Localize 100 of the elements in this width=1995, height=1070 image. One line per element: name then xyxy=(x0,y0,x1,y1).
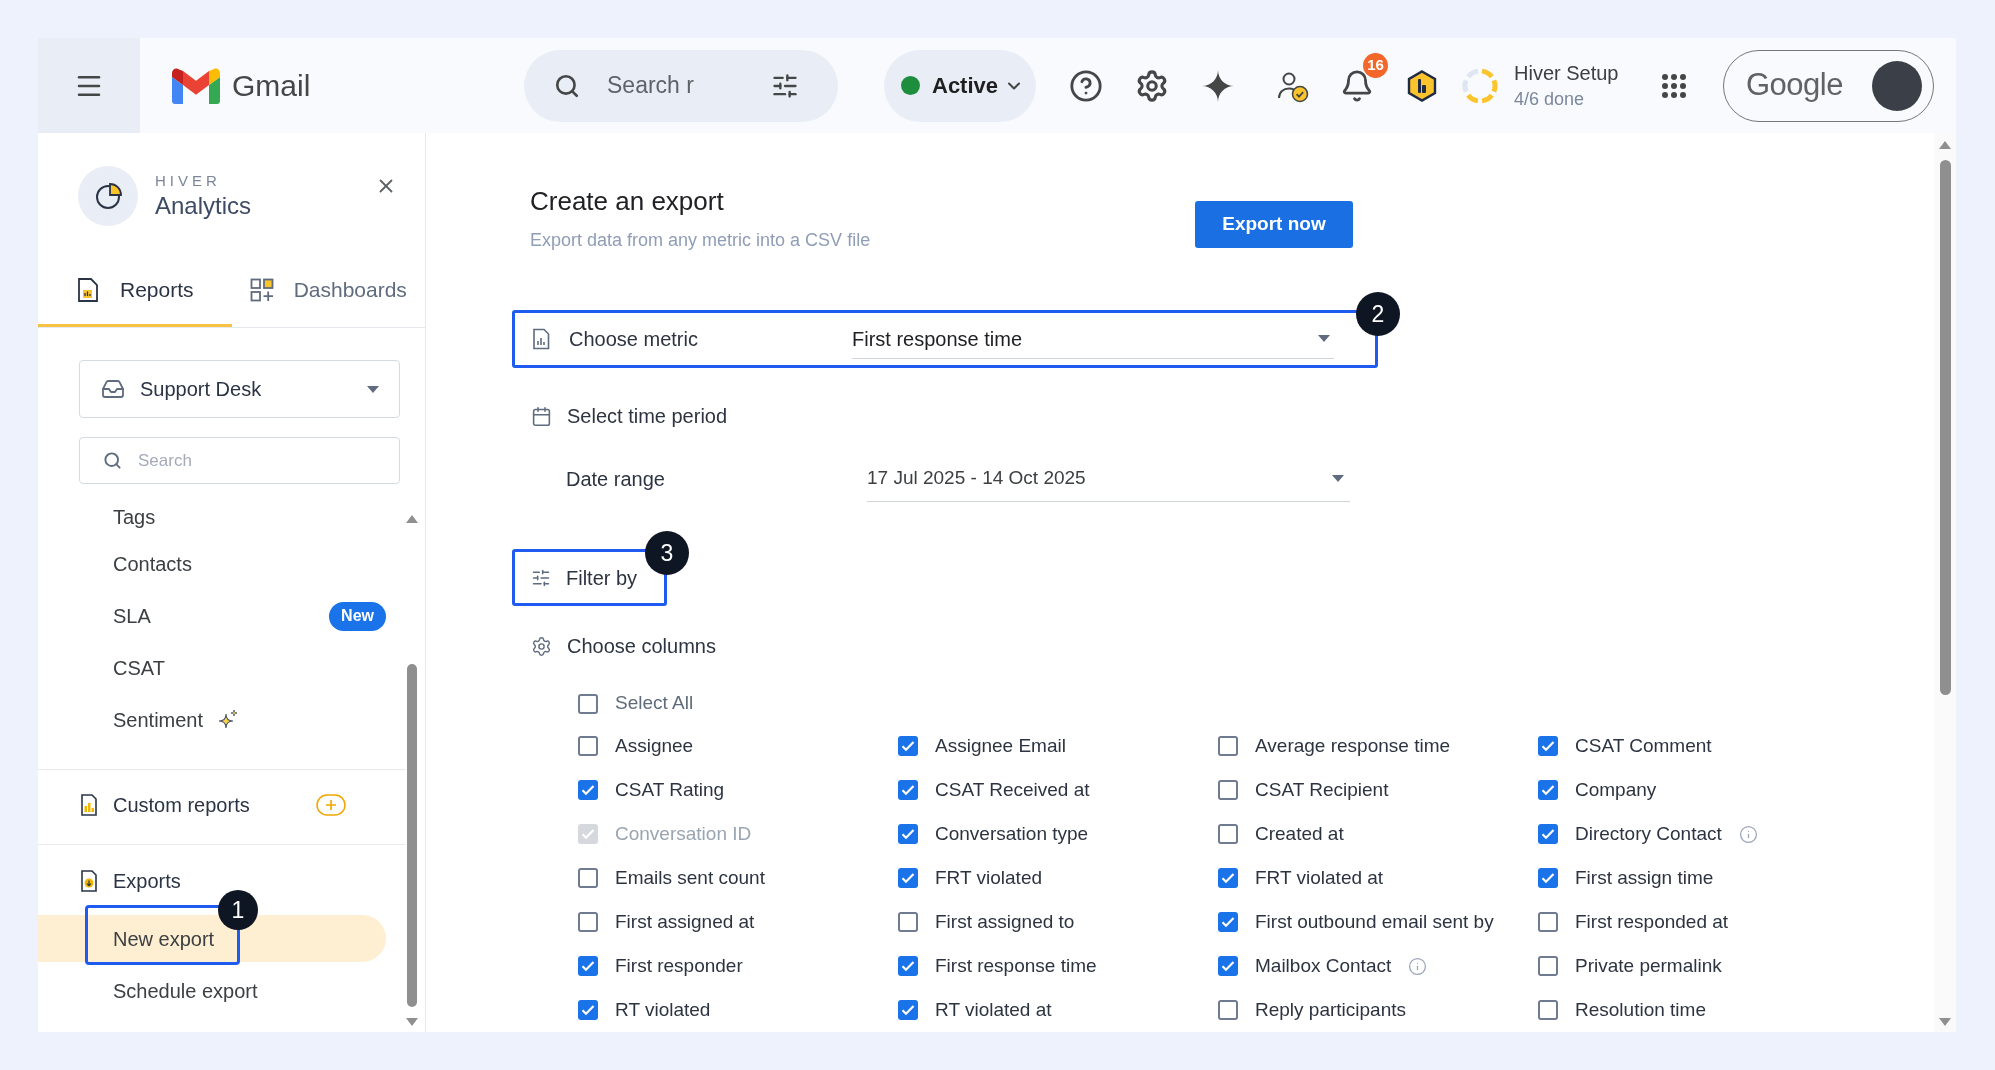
inbox-select[interactable]: Support Desk xyxy=(79,360,400,418)
notification-count: 16 xyxy=(1363,52,1388,78)
field-label: Date range xyxy=(566,467,666,493)
checkbox[interactable] xyxy=(578,1000,598,1020)
brand-label: HIVER xyxy=(155,171,222,191)
m-logo-icon xyxy=(172,67,220,104)
checkbox[interactable] xyxy=(1218,912,1238,932)
dashboard-icon xyxy=(249,276,274,303)
step-badge: 3 xyxy=(645,531,689,576)
bell-icon[interactable] xyxy=(1340,68,1374,103)
settings-icon xyxy=(531,635,552,657)
checkbox[interactable] xyxy=(898,1000,918,1020)
checkbox-label: FRT violated at xyxy=(1255,865,1384,890)
tab[interactable]: Reports xyxy=(38,255,232,327)
nav-item[interactable]: Schedule export xyxy=(113,976,258,1006)
search-input[interactable]: Search xyxy=(138,447,338,474)
checkbox[interactable] xyxy=(1218,736,1238,756)
sparkle-icon xyxy=(217,709,240,731)
checkbox[interactable] xyxy=(578,693,598,714)
scrollbar-thumb[interactable] xyxy=(407,664,417,1007)
page-subtitle: Export data from any metric into a CSV file xyxy=(530,229,871,252)
checkbox[interactable] xyxy=(1538,868,1558,888)
checkbox[interactable] xyxy=(578,912,598,932)
checkbox[interactable] xyxy=(1538,736,1558,756)
check-icon xyxy=(581,1003,595,1017)
report-icon xyxy=(76,276,100,303)
checkbox[interactable] xyxy=(1538,780,1558,800)
help-icon[interactable] xyxy=(1069,68,1103,103)
scrollbar-thumb[interactable] xyxy=(1939,160,1951,695)
checkbox-label: RT violated xyxy=(615,997,711,1022)
check-icon xyxy=(581,959,595,973)
search-icon xyxy=(103,451,122,470)
checkbox-label: Assignee xyxy=(615,733,694,758)
checkbox[interactable] xyxy=(1218,824,1238,844)
check-icon xyxy=(1541,871,1555,885)
status-button[interactable]: Active xyxy=(884,49,1036,122)
check-icon xyxy=(1221,915,1235,929)
hexagon-logo-icon[interactable] xyxy=(1407,69,1437,102)
scrollbar[interactable] xyxy=(1934,133,1956,1032)
nav-item[interactable]: Contacts xyxy=(113,549,192,579)
search-input[interactable]: Search r xyxy=(607,68,757,103)
check-icon xyxy=(901,739,915,753)
checkbox[interactable] xyxy=(898,956,918,976)
checkbox[interactable] xyxy=(578,736,598,756)
nav-item[interactable]: CSAT xyxy=(113,653,165,683)
apps-grid-icon[interactable] xyxy=(1661,72,1687,99)
check-icon xyxy=(1221,871,1235,885)
nav-section[interactable]: Exports xyxy=(80,866,181,896)
checkbox[interactable] xyxy=(1218,1000,1238,1020)
checkbox[interactable] xyxy=(898,824,918,844)
scroll-down-icon[interactable] xyxy=(1939,1018,1951,1026)
checkbox-label: CSAT Recipient xyxy=(1255,777,1389,802)
check-icon xyxy=(581,783,595,797)
checkbox[interactable] xyxy=(578,956,598,976)
search-options-icon[interactable] xyxy=(771,71,799,100)
checkbox[interactable] xyxy=(1538,912,1558,932)
checkbox-label: Directory Contact xyxy=(1575,821,1722,846)
check-icon xyxy=(901,959,915,973)
checkbox[interactable] xyxy=(1538,1000,1558,1020)
checkbox[interactable] xyxy=(898,780,918,800)
metric-select[interactable]: First response time xyxy=(852,319,1334,359)
settings-icon[interactable] xyxy=(1135,68,1169,103)
nav-item[interactable]: Sentiment xyxy=(113,705,240,735)
report-chart-icon xyxy=(531,328,551,350)
scroll-up-icon[interactable] xyxy=(1939,141,1951,149)
nav-section[interactable]: Custom reports xyxy=(80,790,250,820)
export-now-button[interactable]: Export now xyxy=(1195,201,1353,248)
search-box[interactable]: Search xyxy=(79,437,400,484)
checkbox-label: Resolution time xyxy=(1575,997,1706,1022)
checkbox-label: First assigned to xyxy=(935,909,1075,934)
checkbox[interactable] xyxy=(898,868,918,888)
scroll-up-icon[interactable] xyxy=(406,515,418,523)
search-bar[interactable]: Search r xyxy=(524,49,838,122)
tab[interactable]: Dashboards xyxy=(231,255,425,327)
checkbox[interactable] xyxy=(1538,824,1558,844)
nav-item[interactable]: Tags xyxy=(113,502,156,532)
sparkle-icon[interactable] xyxy=(1202,69,1234,102)
checkbox[interactable] xyxy=(578,868,598,888)
setup-title: Hiver Setup xyxy=(1514,60,1620,86)
export-file-icon xyxy=(80,870,98,892)
checkbox-label: Conversation type xyxy=(935,821,1089,846)
checkbox[interactable] xyxy=(898,736,918,756)
inbox-icon xyxy=(101,377,125,401)
filter-label[interactable]: Filter by xyxy=(566,562,638,593)
status-dot-icon xyxy=(901,76,920,95)
checkbox[interactable] xyxy=(1218,868,1238,888)
app-name: Gmail xyxy=(232,70,311,101)
checkbox-label: First assign time xyxy=(1575,865,1714,890)
checkbox-label: Private permalink xyxy=(1575,953,1722,978)
checkbox[interactable] xyxy=(578,780,598,800)
scroll-down-icon[interactable] xyxy=(406,1018,418,1026)
product-title: Analytics xyxy=(155,191,252,221)
nav-item[interactable]: SLA xyxy=(113,601,151,631)
checkbox[interactable] xyxy=(1218,780,1238,800)
checkbox[interactable] xyxy=(898,912,918,932)
checkbox[interactable] xyxy=(1218,956,1238,976)
date-range-select[interactable]: 17 Jul 2025 - 14 Oct 2025 xyxy=(867,456,1350,503)
info-icon[interactable] xyxy=(1738,824,1758,844)
info-icon[interactable] xyxy=(1408,956,1428,976)
checkbox[interactable] xyxy=(1538,956,1558,976)
